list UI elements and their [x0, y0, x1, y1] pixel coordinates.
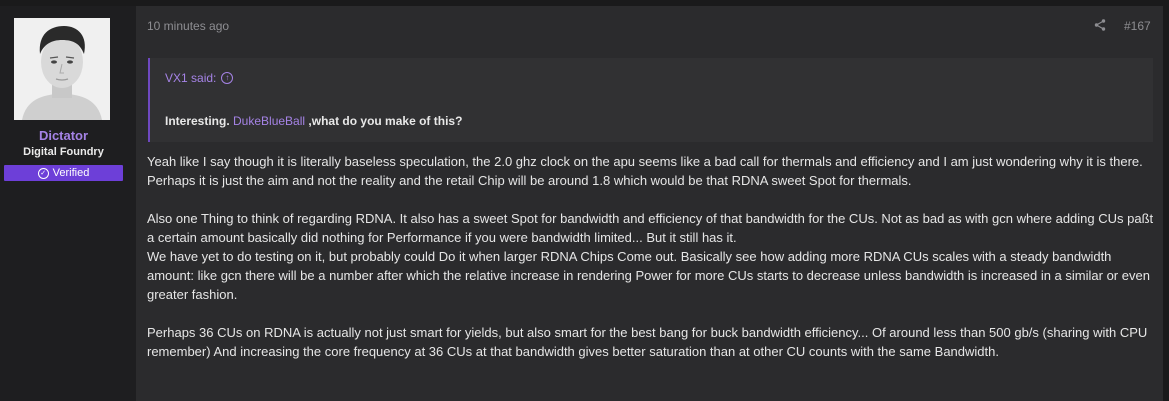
post-timestamp[interactable]: 10 minutes ago [147, 19, 229, 33]
quote-block: VX1 said: ↑ Interesting. DukeBlueBall ,w… [148, 58, 1153, 142]
username[interactable]: Dictator [0, 128, 127, 143]
user-mention-link[interactable]: DukeBlueBall [233, 114, 305, 128]
check-circle-icon: ✓ [37, 167, 49, 179]
quote-text-tail: ,what do you make of this? [305, 114, 463, 128]
post-paragraph: Yeah like I say though it is literally b… [147, 154, 1143, 188]
verified-label: Verified [52, 167, 90, 179]
avatar[interactable] [14, 18, 110, 120]
share-icon[interactable] [1093, 18, 1107, 32]
user-title: Digital Foundry [23, 146, 104, 158]
user-sidebar: Dictator Digital Foundry ✓ Verified [0, 6, 136, 401]
post-paragraph: Perhaps 36 CUs on RDNA is actually not j… [147, 325, 1148, 359]
arrow-up-circle-icon[interactable]: ↑ [221, 72, 234, 84]
quote-header: VX1 said: ↑ [165, 71, 234, 85]
quote-author[interactable]: VX1 said: [165, 71, 216, 85]
quote-text: Interesting. DukeBlueBall ,what do you m… [165, 114, 462, 128]
verified-badge: ✓ Verified [4, 165, 123, 181]
quote-text-lead: Interesting. [165, 114, 234, 128]
post-paragraph: Also one Thing to think of regarding RDN… [147, 211, 1154, 245]
post: 10 minutes ago #167 VX1 said: ↑ Interest… [136, 6, 1163, 401]
post-body: Yeah like I say though it is literally b… [147, 152, 1157, 380]
post-number[interactable]: #167 [1124, 19, 1151, 33]
post-paragraph: We have yet to do testing on it, but pro… [147, 249, 1150, 302]
